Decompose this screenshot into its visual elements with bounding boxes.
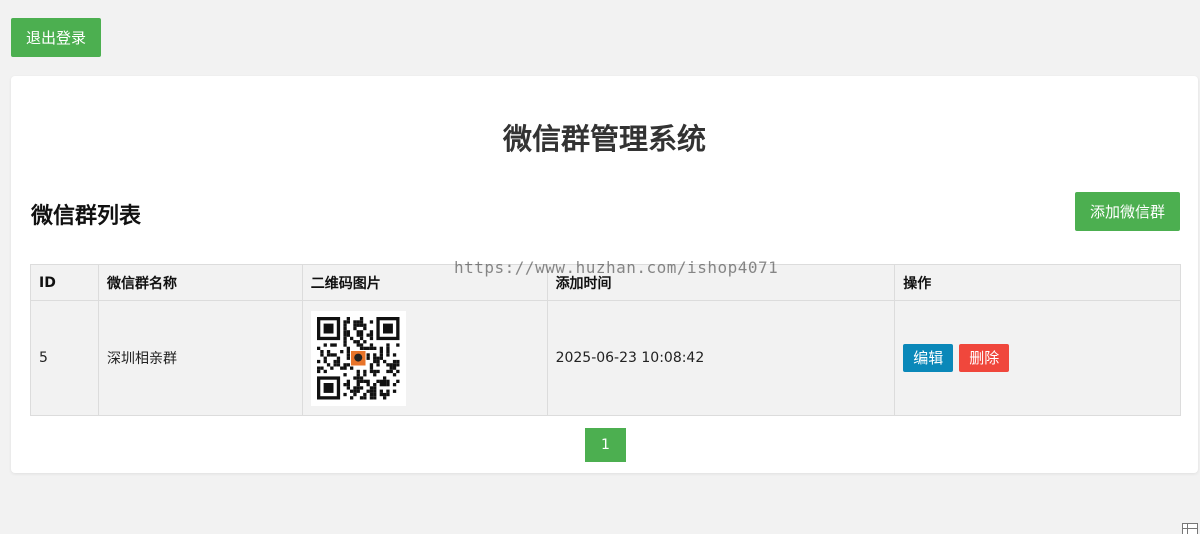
table-row: 5 深圳相亲群 2025-06-23 10:08:42 编辑 删除 [30, 300, 1181, 416]
column-header-actions: 操作 [894, 264, 1181, 301]
page-title: 微信群管理系统 [502, 122, 706, 156]
add-group-button[interactable]: 添加微信群 [1075, 192, 1180, 231]
cell-id: 5 [30, 300, 99, 416]
delete-button[interactable]: 删除 [959, 344, 1010, 372]
page-button-current[interactable]: 1 [585, 428, 626, 462]
column-header-id: ID [30, 264, 99, 301]
grid-icon [1182, 523, 1198, 534]
qr-code-image [310, 310, 406, 406]
watermark-text: https://www.huzhan.com/ishop4071 [454, 258, 779, 277]
cell-qr [301, 300, 548, 416]
section-title: 微信群列表 [31, 204, 142, 229]
cell-actions: 编辑 删除 [894, 300, 1181, 416]
edit-button[interactable]: 编辑 [903, 344, 954, 372]
column-header-name: 微信群名称 [97, 264, 303, 301]
group-table: ID 微信群名称 二维码图片 添加时间 操作 5 深圳相亲群 2025-06-2… [30, 264, 1181, 416]
cell-time: 2025-06-23 10:08:42 [546, 300, 896, 416]
cell-name: 深圳相亲群 [97, 300, 303, 416]
logout-button[interactable]: 退出登录 [11, 18, 101, 57]
